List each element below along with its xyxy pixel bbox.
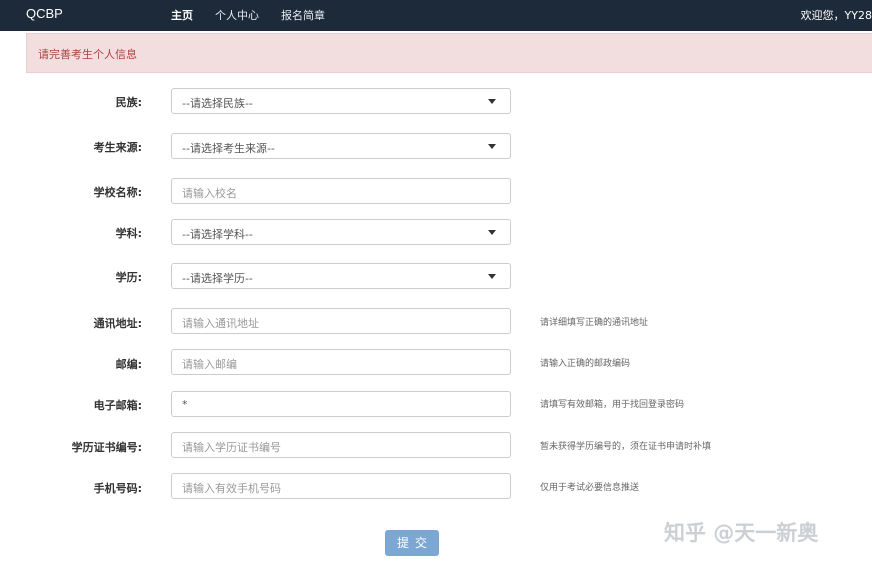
- school-input[interactable]: 请输入校名: [171, 178, 511, 204]
- ethnicity-label: 民族:: [115, 96, 142, 109]
- source-label: 考生来源:: [93, 141, 142, 154]
- submit-button[interactable]: 提交: [385, 530, 439, 556]
- watermark-text: 知乎 @天一新奥: [664, 521, 819, 545]
- email-label: 电子邮箱:: [93, 399, 142, 412]
- postcode-input[interactable]: 请输入邮编: [171, 349, 511, 375]
- education-selected-value: --请选择学历--: [182, 272, 253, 285]
- certificate-label: 学历证书编号:: [71, 441, 142, 454]
- school-label: 学校名称:: [93, 186, 142, 199]
- top-navbar: QCBP 主页 个人中心 报名简章 欢迎您，YY28: [0, 0, 872, 31]
- nav-admissions[interactable]: 报名简章: [281, 7, 325, 23]
- address-placeholder: 请输入通讯地址: [182, 317, 259, 330]
- postcode-label: 邮编:: [115, 358, 142, 371]
- school-placeholder: 请输入校名: [182, 187, 237, 200]
- phone-input[interactable]: 请输入有效手机号码: [171, 473, 511, 499]
- education-label: 学历:: [115, 271, 142, 284]
- chevron-down-icon: [488, 99, 496, 104]
- ethnicity-selected-value: --请选择民族--: [182, 97, 253, 110]
- nav-profile[interactable]: 个人中心: [215, 7, 259, 23]
- education-select[interactable]: --请选择学历--: [171, 263, 511, 289]
- chevron-down-icon: [488, 230, 496, 235]
- certificate-placeholder: 请输入学历证书编号: [182, 441, 281, 454]
- subject-label: 学科:: [115, 227, 142, 240]
- email-input[interactable]: *: [171, 391, 511, 417]
- certificate-hint: 暂未获得学历编号的，须在证书申请时补填: [540, 442, 712, 452]
- nav-home[interactable]: 主页: [171, 7, 193, 23]
- chevron-down-icon: [488, 274, 496, 279]
- address-label: 通讯地址:: [93, 317, 142, 330]
- source-selected-value: --请选择考生来源--: [182, 142, 275, 155]
- source-select[interactable]: --请选择考生来源--: [171, 133, 511, 159]
- address-hint: 请详细填写正确的通讯地址: [540, 318, 649, 328]
- email-hint: 请填写有效邮箱，用于找回登录密码: [540, 400, 685, 410]
- chevron-down-icon: [488, 144, 496, 149]
- phone-hint: 仅用于考试必要信息推送: [540, 483, 640, 493]
- phone-label: 手机号码:: [93, 482, 142, 495]
- info-alert: 请完善考生个人信息: [26, 33, 872, 73]
- ethnicity-select[interactable]: --请选择民族--: [171, 88, 511, 114]
- postcode-placeholder: 请输入邮编: [182, 358, 237, 371]
- address-input[interactable]: 请输入通讯地址: [171, 308, 511, 334]
- welcome-user[interactable]: 欢迎您，YY28: [801, 7, 872, 23]
- certificate-input[interactable]: 请输入学历证书编号: [171, 432, 511, 458]
- subject-selected-value: --请选择学科--: [182, 228, 253, 241]
- phone-placeholder: 请输入有效手机号码: [182, 482, 281, 495]
- subject-select[interactable]: --请选择学科--: [171, 219, 511, 245]
- email-value: *: [182, 398, 188, 411]
- brand-logo[interactable]: QCBP: [26, 6, 63, 21]
- postcode-hint: 请输入正确的邮政编码: [540, 359, 631, 369]
